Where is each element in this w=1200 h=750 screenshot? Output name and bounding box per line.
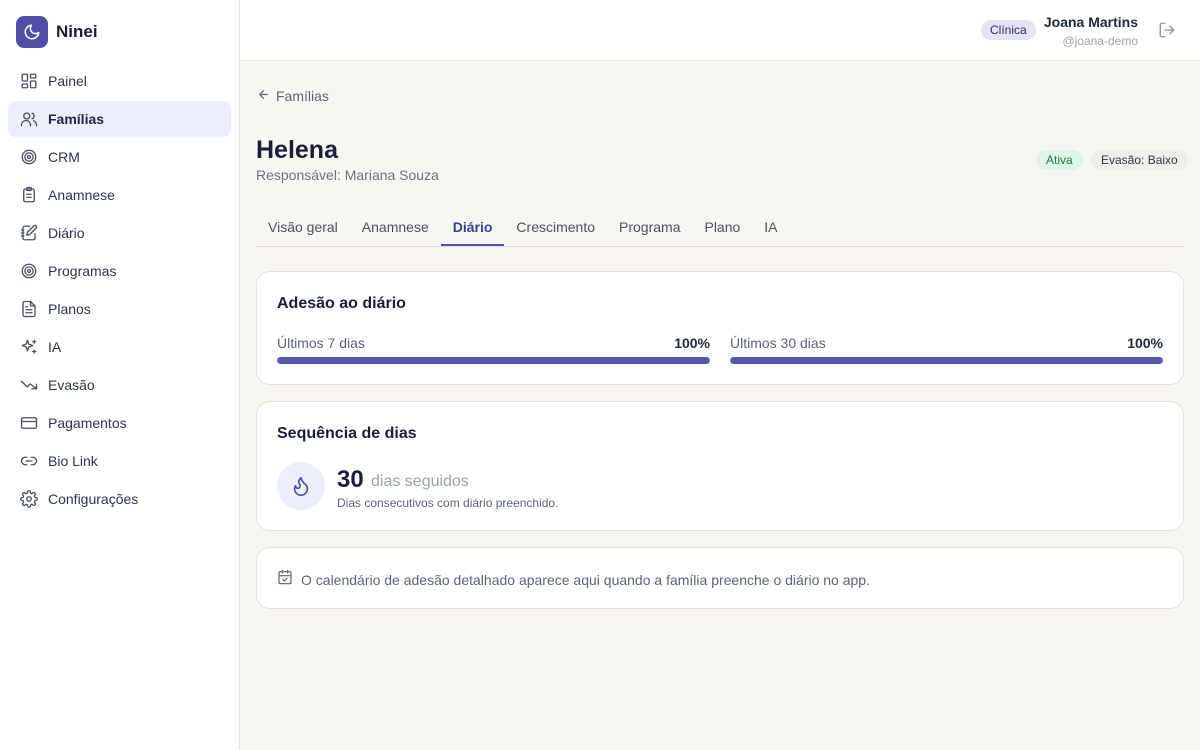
user-handle: @joana-demo xyxy=(1062,34,1138,48)
calendar-note-text: O calendário de adesão detalhado aparece… xyxy=(301,571,870,588)
sidebar-item-bio-link[interactable]: Bio Link xyxy=(8,443,231,479)
sidebar-item-familias[interactable]: Famílias xyxy=(8,101,231,137)
sidebar-item-pagamentos[interactable]: Pagamentos xyxy=(8,405,231,441)
sidebar-item-ia[interactable]: IA xyxy=(8,329,231,365)
back-link[interactable]: Famílias xyxy=(257,88,329,104)
logout-icon[interactable] xyxy=(1158,21,1176,39)
tab-ia[interactable]: IA xyxy=(752,210,789,246)
calendar-note: O calendário de adesão detalhado aparece… xyxy=(277,569,870,590)
brand[interactable]: Ninei xyxy=(16,16,98,48)
tab-bar: Visão geral Anamnese Diário Crescimento … xyxy=(256,210,1184,247)
progress-label: Últimos 7 dias xyxy=(277,335,365,351)
progress-value: 100% xyxy=(1127,335,1163,351)
tab-crescimento[interactable]: Crescimento xyxy=(504,210,607,246)
credit-card-icon xyxy=(20,414,38,432)
sidebar-item-label: Programas xyxy=(48,263,117,279)
sidebar-item-label: Evasão xyxy=(48,377,95,393)
sidebar-nav: Painel Famílias CRM Anamnese Diário Prog… xyxy=(8,63,231,519)
moon-icon xyxy=(16,16,48,48)
sidebar-item-label: Pagamentos xyxy=(48,415,127,431)
sparkles-icon xyxy=(20,338,38,356)
sidebar-item-label: Diário xyxy=(48,225,85,241)
sidebar-item-crm[interactable]: CRM xyxy=(8,139,231,175)
streak-count: 30 xyxy=(337,466,364,493)
gear-icon xyxy=(20,490,38,508)
trending-down-icon xyxy=(20,376,38,394)
adherence-title: Adesão ao diário xyxy=(277,295,406,312)
user-name: Joana Martins xyxy=(1043,14,1138,30)
sidebar-item-label: Painel xyxy=(48,73,87,89)
dashboard-icon xyxy=(20,72,38,90)
role-badge: Clínica xyxy=(981,20,1036,40)
progress-track xyxy=(277,357,710,364)
sidebar-item-label: Bio Link xyxy=(48,453,98,469)
status-badge: Ativa xyxy=(1036,150,1083,170)
streak-description: Dias consecutivos com diário preenchido. xyxy=(337,496,559,510)
calendar-note-card: O calendário de adesão detalhado aparece… xyxy=(256,547,1184,609)
clipboard-icon xyxy=(20,186,38,204)
sidebar-item-painel[interactable]: Painel xyxy=(8,63,231,99)
target-icon xyxy=(20,148,38,166)
sidebar: Ninei Painel Famílias CRM Anamnese Diári… xyxy=(0,0,240,750)
sidebar-item-programas[interactable]: Programas xyxy=(8,253,231,289)
back-link-label: Famílias xyxy=(276,88,329,104)
progress-fill xyxy=(277,357,710,364)
sidebar-item-label: IA xyxy=(48,339,62,355)
streak-unit: dias seguidos xyxy=(371,473,469,490)
brand-name: Ninei xyxy=(56,22,98,41)
sidebar-item-label: Planos xyxy=(48,301,91,317)
sidebar-item-label: Anamnese xyxy=(48,187,115,203)
streak-card: Sequência de dias 30 dias seguidos Dias … xyxy=(256,401,1184,531)
streak-title: Sequência de dias xyxy=(277,425,417,442)
progress-track xyxy=(730,357,1163,364)
arrow-left-icon xyxy=(257,88,270,104)
sidebar-item-configuracoes[interactable]: Configurações xyxy=(8,481,231,517)
guardian-name: Responsável: Mariana Souza xyxy=(256,167,439,183)
link-icon xyxy=(20,452,38,470)
risk-badge: Evasão: Baixo xyxy=(1091,150,1188,170)
tab-programa[interactable]: Programa xyxy=(607,210,692,246)
adherence-card: Adesão ao diário Últimos 7 dias 100% Últ… xyxy=(256,271,1184,385)
sidebar-item-label: CRM xyxy=(48,149,80,165)
topbar: Clínica Joana Martins @joana-demo xyxy=(240,0,1200,61)
journal-icon xyxy=(20,224,38,242)
progress-value: 100% xyxy=(674,335,710,351)
sidebar-item-diario[interactable]: Diário xyxy=(8,215,231,251)
users-icon xyxy=(20,110,38,128)
sidebar-item-anamnese[interactable]: Anamnese xyxy=(8,177,231,213)
progress-fill xyxy=(730,357,1163,364)
page-title: Helena xyxy=(256,136,338,164)
flame-icon xyxy=(277,462,325,510)
target-icon xyxy=(20,262,38,280)
tab-diario[interactable]: Diário xyxy=(440,210,505,246)
progress-label: Últimos 30 dias xyxy=(730,335,826,351)
tab-visao-geral[interactable]: Visão geral xyxy=(256,210,350,246)
document-icon xyxy=(20,300,38,318)
tab-anamnese[interactable]: Anamnese xyxy=(350,210,441,246)
sidebar-item-planos[interactable]: Planos xyxy=(8,291,231,327)
sidebar-item-evasao[interactable]: Evasão xyxy=(8,367,231,403)
sidebar-item-label: Configurações xyxy=(48,491,139,507)
tab-plano[interactable]: Plano xyxy=(692,210,752,246)
calendar-check-icon xyxy=(277,569,293,590)
sidebar-item-label: Famílias xyxy=(48,111,105,127)
